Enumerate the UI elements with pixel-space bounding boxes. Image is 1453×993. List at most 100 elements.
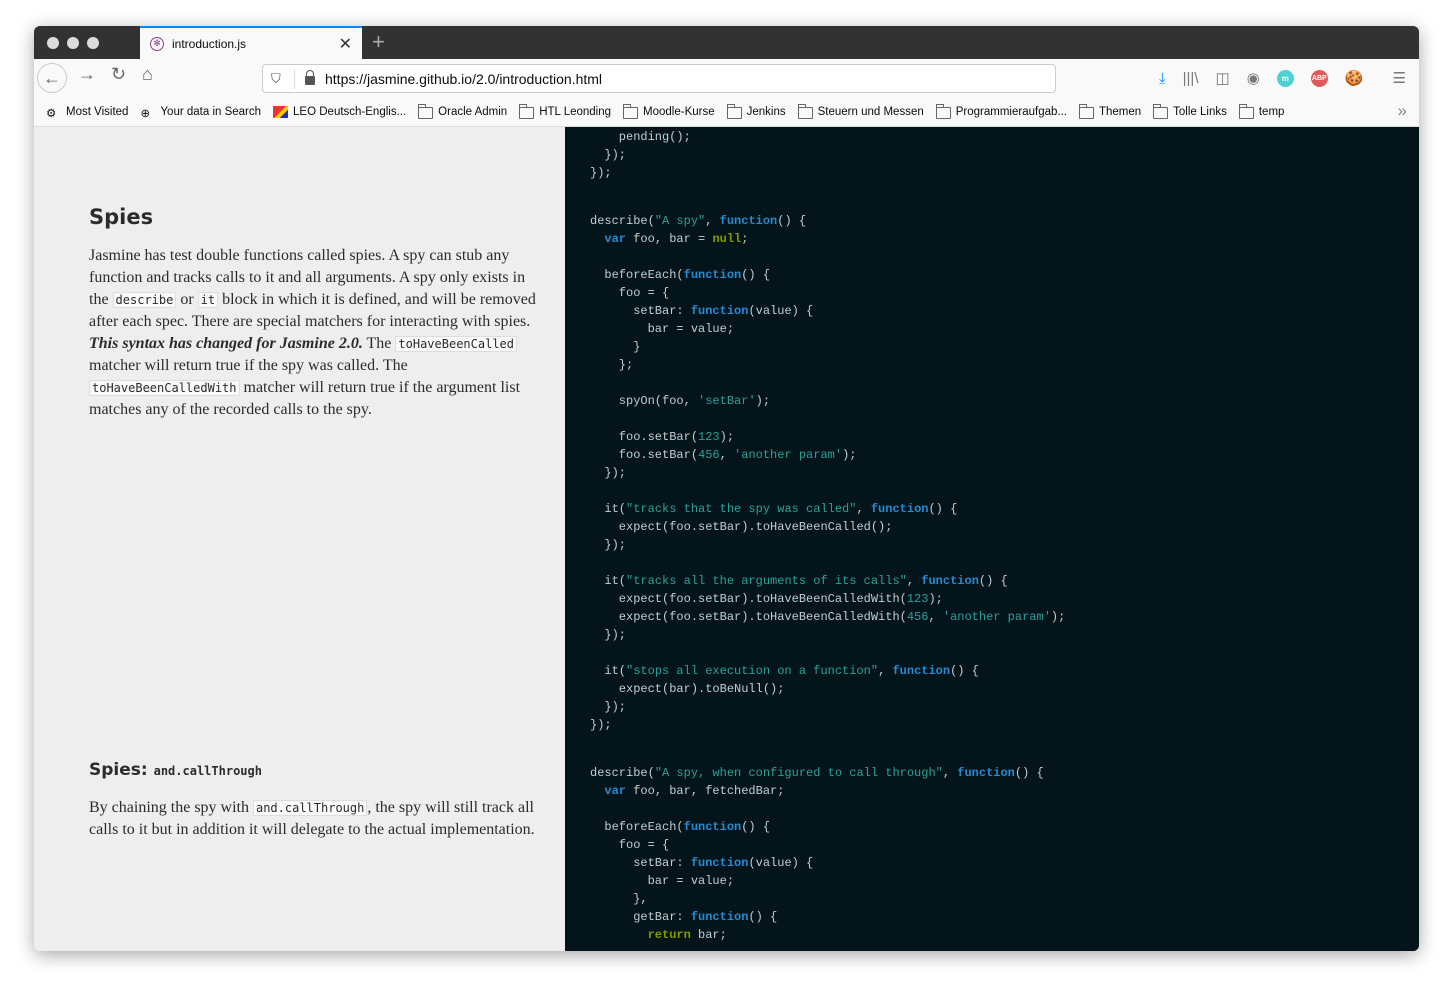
bookmarks-bar: ⚙ Most Visited ⊕ Your data in Search LEO Deu… xyxy=(34,97,1419,127)
code-token: ); xyxy=(1050,610,1066,624)
code-line: }, xyxy=(590,890,1044,908)
bookmark-item[interactable]: Jenkins xyxy=(726,103,786,119)
code-line: }); xyxy=(590,164,691,182)
close-window-button[interactable] xyxy=(47,37,59,49)
bookmark-item[interactable]: Steuern und Messen xyxy=(797,103,924,119)
library-icon[interactable]: |||\ xyxy=(1183,70,1199,87)
leo-favicon-icon xyxy=(273,105,289,118)
bookmark-label: Tolle Links xyxy=(1173,105,1227,118)
bookmark-label: Oracle Admin xyxy=(438,105,508,118)
code-token: (value) { xyxy=(748,856,814,870)
download-icon[interactable]: ⤓ xyxy=(1159,70,1166,87)
url-text[interactable]: https://jasmine.github.io/2.0/introducti… xyxy=(325,71,602,87)
code-token: foo.setBar( xyxy=(590,430,699,444)
reload-icon[interactable]: ↻ xyxy=(111,64,126,85)
menu-icon[interactable]: ☰ xyxy=(1392,69,1405,87)
bookmark-item[interactable]: ⚙ Most Visited xyxy=(46,106,128,120)
code-token: describe( xyxy=(590,766,655,780)
code-token: function xyxy=(690,304,749,318)
forward-icon[interactable]: → xyxy=(78,64,96,85)
folder-icon xyxy=(935,103,951,119)
code-token: , xyxy=(942,766,958,780)
back-icon[interactable]: ← xyxy=(37,63,67,93)
tracking-shield-icon[interactable]: ⛉ xyxy=(271,71,284,87)
bookmark-item[interactable]: Oracle Admin xyxy=(418,103,508,119)
home-icon[interactable]: ⌂ xyxy=(142,64,153,85)
adblock-plus-icon[interactable]: ABP xyxy=(1310,69,1328,87)
code-token: () { xyxy=(950,664,979,678)
more-bookmarks-icon[interactable]: » xyxy=(1398,101,1407,121)
code-token: expect(foo.setBar).toHaveBeenCalledWith( xyxy=(590,610,907,624)
tab-introduction[interactable]: ✻ introduction.js ✕ xyxy=(140,26,362,59)
code-line: bar = value; xyxy=(590,872,1044,890)
code-token: }); xyxy=(590,628,627,642)
bookmark-item[interactable]: Moodle-Kurse xyxy=(623,103,715,119)
code-token: expect(bar).toBeNull(); xyxy=(590,682,785,696)
code-token: function xyxy=(690,910,749,924)
code-line: return bar; xyxy=(590,926,1044,944)
url-bar[interactable]: ⛉ https://jasmine.github.io/2.0/introduc… xyxy=(262,64,1419,951)
code-token: return xyxy=(647,928,691,942)
code-token: foo.setBar( xyxy=(590,448,699,462)
code-token: var xyxy=(604,232,627,246)
code-line: }); xyxy=(590,626,1065,644)
bookmark-item[interactable]: Tolle Links xyxy=(1153,103,1227,119)
code-token: }, xyxy=(590,892,648,906)
code-token: }); xyxy=(590,538,627,552)
code-line: expect(foo.setBar).toHaveBeenCalled(); xyxy=(590,518,1065,536)
tab-title: introduction.js xyxy=(172,36,247,51)
code-token: , xyxy=(906,574,922,588)
code-token: }); xyxy=(590,718,612,732)
code-token: foo, bar = xyxy=(626,232,713,246)
code-line: var foo, bar, fetchedBar; xyxy=(590,782,1044,800)
minimize-window-button[interactable] xyxy=(67,37,79,49)
bookmark-item[interactable]: Programmieraufgab... xyxy=(935,103,1067,119)
new-tab-icon[interactable]: + xyxy=(372,29,385,55)
browser-window: ✻ introduction.js ✕ + ← → ↻ ⌂ ⛉ https://… xyxy=(34,26,1419,951)
code-token: bar = value; xyxy=(590,322,735,336)
code-token: () { xyxy=(748,910,778,924)
bookmark-item[interactable]: HTL Leonding xyxy=(519,103,612,119)
code-line: spyOn(foo, 'setBar'); xyxy=(590,392,1065,410)
code-line: foo = { xyxy=(590,836,1044,854)
sidebar-icon[interactable]: ◫ xyxy=(1216,69,1230,87)
close-tab-icon[interactable]: ✕ xyxy=(339,34,352,54)
code-token: 'another param' xyxy=(734,448,843,462)
lock-icon[interactable] xyxy=(305,70,315,85)
code-line: }); xyxy=(590,716,1065,734)
code-line: it("stops all execution on a function", … xyxy=(590,662,1065,680)
callthrough-heading: Spies: and.callThrough xyxy=(89,760,262,780)
bookmark-item[interactable]: temp xyxy=(1238,103,1284,119)
callthrough-paragraph: By chaining the spy with and.callThrough… xyxy=(89,799,535,838)
code-line: }); xyxy=(590,536,1065,554)
code-token: () { xyxy=(741,820,771,834)
bookmark-item[interactable]: Themen xyxy=(1078,103,1141,119)
gear-icon: ⚙ xyxy=(46,107,57,120)
maximize-window-button[interactable] xyxy=(87,37,99,49)
code-token: expect(foo.setBar).toHaveBeenCalledWith( xyxy=(590,592,907,606)
code-line: describe("A spy", function() { xyxy=(590,212,1065,230)
bookmark-label: HTL Leonding xyxy=(539,105,612,118)
code-line: it("tracks all the arguments of its call… xyxy=(590,572,1065,590)
account-icon[interactable]: ◉ xyxy=(1247,69,1260,87)
code-token: }); xyxy=(590,166,612,180)
code-line: pending(); xyxy=(590,128,691,146)
folder-icon xyxy=(1238,103,1254,119)
code-line: expect(bar).toBeNull(); xyxy=(590,680,1065,698)
extension-m-icon[interactable]: m xyxy=(1276,69,1294,87)
code-line: it("tracks that the spy was called", fun… xyxy=(590,500,1065,518)
folder-icon xyxy=(519,103,535,119)
code-token: spyOn(foo, xyxy=(590,394,699,408)
bookmark-label: Your data in Search xyxy=(160,105,262,118)
code-line: foo = { xyxy=(590,284,1065,302)
bookmark-item[interactable]: ⊕ Your data in Search xyxy=(140,105,262,120)
code-token: }); xyxy=(590,466,627,480)
code-line: beforeEach(function() { xyxy=(590,266,1065,284)
cookie-extension-icon[interactable]: 🍪 xyxy=(1345,69,1364,87)
code-token: pending(); xyxy=(590,130,691,144)
bookmark-item[interactable]: LEO Deutsch-Englis... xyxy=(273,105,406,118)
